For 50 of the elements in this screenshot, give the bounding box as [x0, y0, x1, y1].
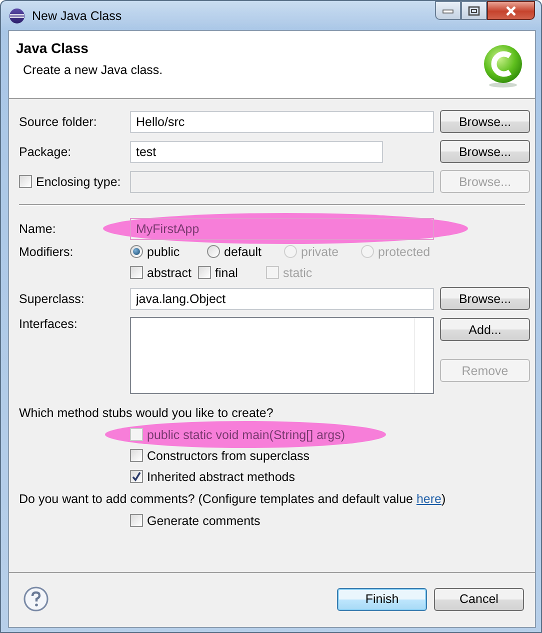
radio-label: protected	[378, 244, 430, 258]
here-link[interactable]: here	[416, 492, 442, 506]
minimize-icon	[442, 8, 454, 14]
checkbox-label: final	[215, 266, 238, 280]
radio-button[interactable]	[130, 245, 143, 258]
comments-text: Do you want to add comments? (Configure templates and default value here)	[19, 492, 447, 508]
checkbox[interactable]	[198, 266, 211, 279]
text-field[interactable]: java.lang.Object	[130, 288, 434, 310]
page-description: Create a new Java class.	[23, 63, 163, 77]
browse-button[interactable]: Browse...	[440, 287, 530, 310]
checkbox-label: abstract	[147, 266, 192, 280]
question-text: Which method stubs would you like to create?	[19, 406, 274, 422]
radio-label: public	[147, 244, 180, 258]
browse-button[interactable]: Browse...	[440, 110, 530, 133]
text-field[interactable]: test	[130, 140, 383, 162]
field-label: Source folder:	[19, 114, 98, 128]
checkbox[interactable]	[130, 470, 143, 483]
cancel-button[interactable]: Cancel	[434, 588, 524, 610]
field-label: Package:	[19, 144, 72, 158]
checkbox[interactable]	[130, 449, 143, 462]
window-title: New Java Class	[32, 8, 122, 22]
help-icon	[23, 586, 49, 612]
radio-label: private	[301, 244, 339, 258]
minimize-button[interactable]	[435, 1, 461, 20]
text-field[interactable]: Hello/src	[130, 110, 434, 132]
checkbox-label: Constructors from superclass	[147, 448, 310, 462]
checkbox-label: public static void main(String[] args)	[147, 428, 345, 442]
maximize-icon	[468, 6, 480, 16]
checkbox[interactable]	[130, 514, 143, 527]
field-label: Superclass:	[19, 292, 86, 306]
field-label: Modifiers:	[19, 244, 74, 258]
field-label: Name:	[19, 222, 57, 236]
checkbox[interactable]	[130, 266, 143, 279]
checkbox-label: Inherited abstract methods	[147, 470, 295, 484]
maximize-button[interactable]	[461, 1, 487, 20]
close-button[interactable]	[487, 1, 535, 20]
class-badge-icon	[483, 44, 523, 88]
close-icon	[505, 6, 517, 16]
radio-label: default	[224, 244, 262, 258]
page-title: Java Class	[16, 40, 90, 56]
checkbox-label: Enclosing type:	[36, 174, 121, 188]
radio-button[interactable]	[207, 245, 220, 258]
checkbox-label: Generate comments	[147, 514, 260, 528]
app-icon	[9, 8, 25, 24]
add-button[interactable]: Add...	[440, 318, 530, 341]
browse-button[interactable]: Browse...	[440, 140, 530, 163]
finish-button[interactable]: Finish	[337, 588, 427, 610]
checkbox-label: static	[283, 266, 312, 280]
interfaces-list[interactable]	[130, 317, 434, 394]
field-label: Interfaces:	[19, 317, 78, 331]
